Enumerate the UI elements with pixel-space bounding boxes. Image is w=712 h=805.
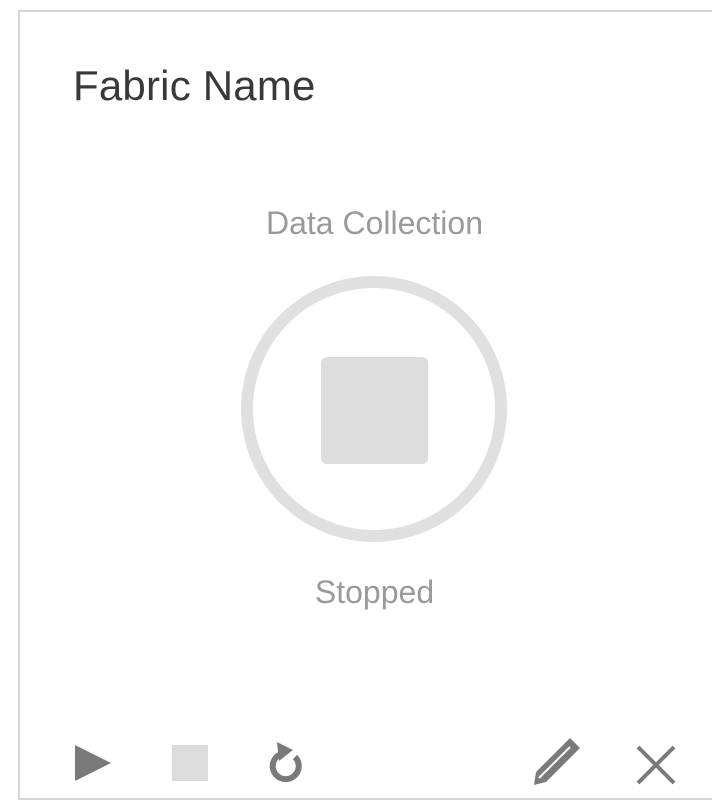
delete-button[interactable] <box>634 743 678 787</box>
fabric-card: Fabric Name Data Collection Stopped <box>18 10 712 800</box>
status-label: Stopped <box>314 574 435 610</box>
fabric-name-title: Fabric Name <box>73 62 316 109</box>
stopped-square-icon <box>321 357 428 464</box>
play-button[interactable] <box>73 743 113 783</box>
play-icon <box>73 743 113 783</box>
pencil-icon <box>534 734 584 786</box>
data-collection-label: Data Collection <box>266 205 483 241</box>
restart-button[interactable] <box>265 739 309 787</box>
stop-button[interactable] <box>170 743 210 783</box>
close-icon <box>634 743 678 787</box>
stop-icon <box>170 743 210 783</box>
refresh-icon <box>265 739 309 787</box>
edit-button[interactable] <box>534 734 584 786</box>
